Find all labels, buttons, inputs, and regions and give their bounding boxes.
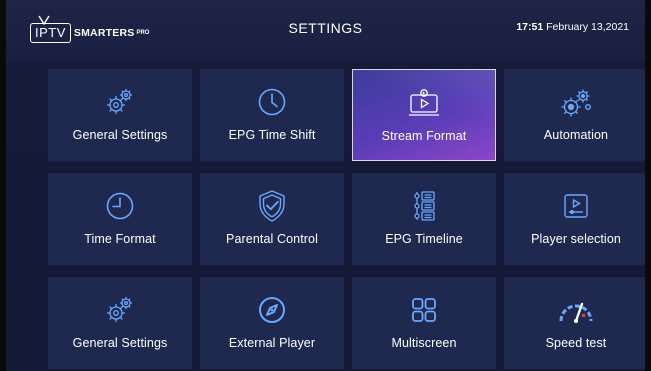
tile-epg-timeline[interactable]: EPG Timeline — [352, 173, 496, 265]
tile-label: Automation — [543, 128, 609, 142]
clock-date: February 13,2021 — [546, 21, 629, 33]
clock-icon — [106, 192, 134, 220]
tile-label: Speed test — [545, 336, 607, 350]
speedometer-icon — [559, 302, 593, 323]
automation-gears-icon — [561, 89, 591, 117]
compass-icon — [259, 297, 285, 323]
tile-general-settings-2[interactable]: General Settings — [48, 277, 192, 369]
clock: 17:51 February 13,2021 — [516, 21, 629, 33]
tile-parental-control[interactable]: Parental Control — [200, 173, 344, 265]
tile-speed-test[interactable]: Speed test — [504, 277, 645, 369]
tile-automation[interactable]: Automation — [504, 69, 645, 161]
tile-player-selection[interactable]: Player selection — [504, 173, 645, 265]
tile-external-player[interactable]: External Player — [200, 277, 344, 369]
header-bar: IPTV SMARTERS PRO SETTINGS 17:51 Februar… — [6, 0, 645, 62]
tile-label: EPG Timeline — [385, 232, 463, 246]
gears-icon — [107, 89, 132, 114]
timeline-list-icon — [414, 191, 435, 221]
settings-screen: IPTV SMARTERS PRO SETTINGS 17:51 Februar… — [0, 0, 651, 371]
tile-time-format[interactable]: Time Format — [48, 173, 192, 265]
tile-label: Time Format — [84, 232, 156, 246]
tv-play-icon — [409, 89, 439, 116]
settings-grid: General Settings EPG Time Shift Stream F… — [48, 69, 645, 369]
tile-epg-time-shift[interactable]: EPG Time Shift — [200, 69, 344, 161]
tile-label: Stream Format — [381, 129, 467, 143]
tile-label: Player selection — [531, 232, 621, 246]
shield-check-icon — [259, 190, 285, 222]
tile-label: External Player — [228, 336, 316, 350]
clock-time: 17:51 — [516, 21, 544, 33]
tile-multiscreen[interactable]: Multiscreen — [352, 277, 496, 369]
tile-general-settings[interactable]: General Settings — [48, 69, 192, 161]
tile-label: General Settings — [72, 128, 168, 142]
tile-label: Parental Control — [226, 232, 318, 246]
tile-label: Multiscreen — [391, 336, 457, 350]
player-icon — [564, 194, 588, 218]
tile-label: General Settings — [72, 336, 168, 350]
gears-icon — [107, 297, 132, 322]
clock-icon — [258, 88, 286, 116]
tile-label: EPG Time Shift — [228, 128, 316, 142]
tile-stream-format[interactable]: Stream Format — [352, 69, 496, 161]
multiscreen-icon — [412, 298, 436, 322]
